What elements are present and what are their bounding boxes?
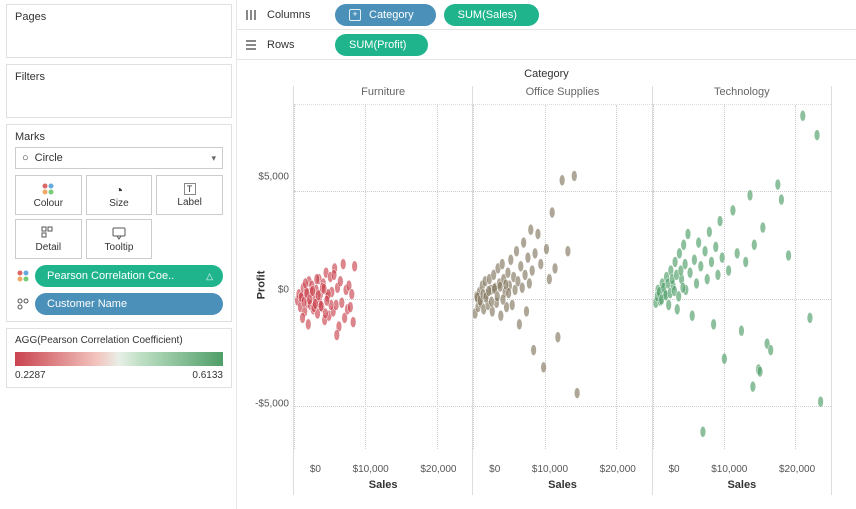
x-ticks: $0 $10,000 $20,000 (473, 464, 651, 475)
expand-icon: + (349, 9, 361, 21)
chevron-down-icon: ▾ (211, 153, 216, 164)
legend-min: 0.2287 (15, 370, 46, 381)
columns-shelf[interactable]: Columns +Category SUM(Sales) (237, 0, 856, 30)
facet-technology: Technology $0 $10,000 $20,000 Sales (653, 86, 832, 495)
shape-selected-label: Circle (35, 152, 63, 164)
facet-header: Furniture (294, 86, 472, 104)
x-ticks: $0 $10,000 $20,000 (294, 464, 472, 475)
tooltip-button[interactable]: Tooltip (86, 219, 153, 259)
colour-icon (41, 182, 55, 196)
x-tick: $20,000 (600, 464, 636, 475)
x-tick: $10,000 (711, 464, 747, 475)
detail-icon (41, 226, 55, 240)
legend-panel: AGG(Pearson Correlation Coefficient) 0.2… (6, 328, 232, 388)
legend-gradient (15, 352, 223, 366)
pages-panel: Pages (6, 4, 232, 58)
rows-icon (243, 39, 259, 51)
detail-button[interactable]: Detail (15, 219, 82, 259)
x-tick: $0 (668, 464, 679, 475)
tooltip-icon (112, 226, 126, 240)
y-tick: $5,000 (258, 171, 289, 182)
label-icon: T (184, 183, 196, 195)
scatter-points (473, 105, 651, 449)
marks-panel: Marks ○ Circle ▾ Colour ◔ Size T Label (6, 124, 232, 322)
filters-panel: Filters (6, 64, 232, 118)
viz-header: Category (237, 68, 856, 80)
pages-title: Pages (15, 11, 223, 23)
x-axis-label: Sales (294, 479, 472, 491)
x-tick: $10,000 (353, 464, 389, 475)
scatter-points (653, 105, 831, 449)
x-tick: $0 (489, 464, 500, 475)
y-tick: -$5,000 (255, 398, 289, 409)
label-button[interactable]: T Label (156, 175, 223, 215)
facet-header: Office Supplies (473, 86, 651, 104)
visualization: Category Profit $5,000$0-$5,000 Furnitur… (237, 60, 856, 509)
plot-area[interactable] (653, 104, 831, 449)
facet-furniture: Furniture $0 $10,000 $20,000 Sales (293, 86, 473, 495)
size-button[interactable]: ◔ Size (86, 175, 153, 215)
rows-shelf[interactable]: Rows SUM(Profit) (237, 30, 856, 60)
x-tick: $0 (310, 464, 321, 475)
detail-pill[interactable]: Customer Name (35, 293, 223, 315)
legend-title: AGG(Pearson Correlation Coefficient) (15, 335, 223, 346)
y-tick: $0 (278, 285, 289, 296)
plot-area[interactable] (294, 104, 472, 449)
scatter-points (294, 105, 472, 449)
legend-max: 0.6133 (192, 370, 223, 381)
rows-label: Rows (267, 39, 327, 51)
shelf-pill-category[interactable]: +Category (335, 4, 436, 26)
marks-shape-select[interactable]: ○ Circle ▾ (15, 147, 223, 169)
shelf-pill-sum-sales-[interactable]: SUM(Sales) (444, 4, 539, 26)
facet-office-supplies: Office Supplies $0 $10,000 $20,000 Sales (473, 86, 652, 495)
circle-icon: ○ (22, 152, 29, 164)
detail-mark-icon (15, 297, 31, 311)
size-icon: ◔ (115, 182, 123, 196)
warning-icon: △ (206, 271, 213, 282)
x-axis-label: Sales (473, 479, 651, 491)
colour-mark-icon (15, 269, 31, 283)
filters-title: Filters (15, 71, 223, 83)
colour-button[interactable]: Colour (15, 175, 82, 215)
x-tick: $20,000 (420, 464, 456, 475)
marks-title: Marks (15, 131, 223, 143)
facet-header: Technology (653, 86, 831, 104)
columns-label: Columns (267, 9, 327, 21)
plot-area[interactable] (473, 104, 651, 449)
x-tick: $20,000 (779, 464, 815, 475)
shelf-pill-sum-profit-[interactable]: SUM(Profit) (335, 34, 428, 56)
x-axis-label: Sales (653, 479, 831, 491)
columns-icon (243, 9, 259, 21)
x-ticks: $0 $10,000 $20,000 (653, 464, 831, 475)
colour-pill[interactable]: Pearson Correlation Coe.. △ (35, 265, 223, 287)
x-tick: $10,000 (532, 464, 568, 475)
